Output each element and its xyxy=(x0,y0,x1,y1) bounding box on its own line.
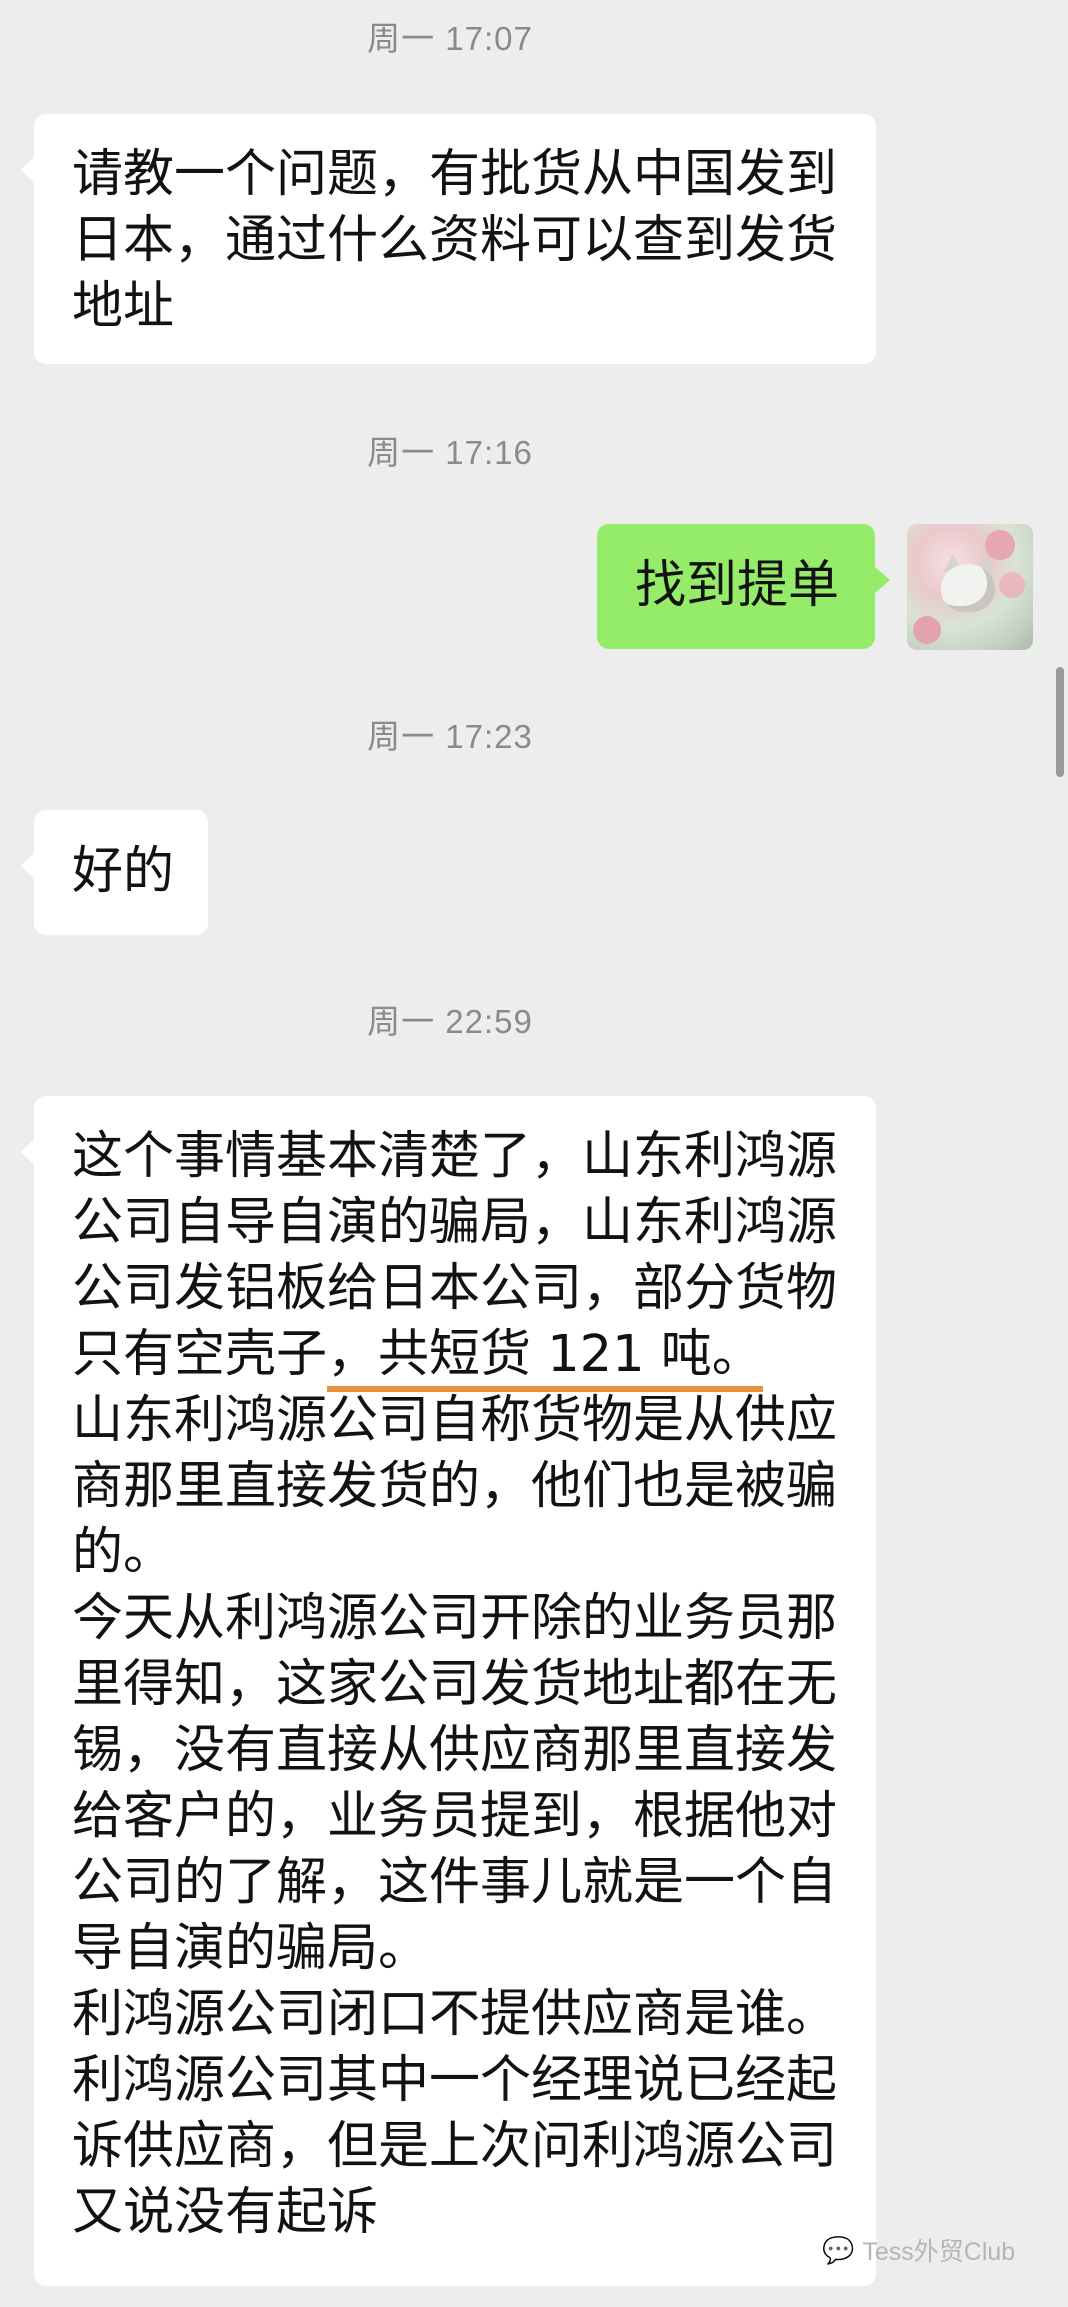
message-bubble-incoming[interactable]: 这个事情基本清楚了，山东利鸿源 公司自导自演的骗局，山东利鸿源 公司发铝板给日本… xyxy=(20,1096,876,2286)
message-text-line: 这个事情基本清楚了，山东利鸿源 xyxy=(72,1127,838,1186)
avatar[interactable] xyxy=(907,524,1033,650)
message-bubble-incoming[interactable]: 请教一个问题，有批货从中国发到 日本，通过什么资料可以查到发货 地址 xyxy=(20,114,876,364)
watermark-text: Tess外贸Club xyxy=(862,2238,1016,2266)
message-text-line: 利鸿源公司其中一个经理说已经起 xyxy=(72,2051,838,2110)
message-text-line: 找到提单 xyxy=(635,556,840,615)
timestamp: 周一 17:07 xyxy=(367,20,533,57)
message-text-line: 给客户的，业务员提到，根据他对 xyxy=(72,1787,838,1846)
message-text-line: 好的 xyxy=(72,842,175,901)
message-text-line: 的。 xyxy=(72,1523,175,1582)
message-text-line: 今天从利鸿源公司开除的业务员那 xyxy=(72,1589,838,1648)
timestamp: 周一 17:23 xyxy=(367,718,533,755)
message-bubble-outgoing[interactable]: 找到提单 xyxy=(597,524,890,649)
underlined-text: ，共短货 121 吨。 xyxy=(327,1325,763,1392)
message-text-line: 公司自导自演的骗局，山东利鸿源 xyxy=(72,1193,838,1252)
watermark: 💬 Tess外贸Club xyxy=(822,2232,1015,2268)
timestamp: 周一 22:59 xyxy=(367,1003,533,1040)
message-text-line: 商那里直接发货的，他们也是被骗 xyxy=(72,1457,838,1516)
message-text-line: 只有空壳子，共短货 121 吨。 xyxy=(72,1322,846,1392)
message-text-line: 公司的了解，这件事儿就是一个自 xyxy=(72,1853,838,1912)
message-text-segment: 只有空壳子 xyxy=(72,1325,328,1384)
message-text-line: 又说没有起诉 xyxy=(72,2183,379,2242)
message-text-line: 地址 xyxy=(72,277,175,336)
message-text-line: 利鸿源公司闭口不提供应商是谁。 xyxy=(72,1985,838,2044)
message-text-line: 日本，通过什么资料可以查到发货 xyxy=(72,211,838,270)
message-text-line: 里得知，这家公司发货地址都在无 xyxy=(72,1655,838,1714)
scrollbar-thumb[interactable] xyxy=(1056,667,1064,777)
message-text-line: 公司发铝板给日本公司，部分货物 xyxy=(72,1259,838,1318)
message-text-line: 请教一个问题，有批货从中国发到 xyxy=(72,145,838,204)
flower-decoration xyxy=(999,572,1025,598)
timestamp: 周一 17:16 xyxy=(367,434,533,471)
cat-head xyxy=(941,564,995,612)
message-text-line: 锡，没有直接从供应商那里直接发 xyxy=(72,1721,838,1780)
flower-decoration xyxy=(913,616,941,644)
wechat-icon: 💬 xyxy=(822,2234,855,2265)
message-bubble-incoming[interactable]: 好的 xyxy=(20,810,208,935)
message-text-line: 导自演的骗局。 xyxy=(72,1919,430,1978)
message-text-line: 山东利鸿源公司自称货物是从供应 xyxy=(72,1391,838,1450)
message-text-line: 诉供应商，但是上次问利鸿源公司 xyxy=(72,2117,838,2176)
